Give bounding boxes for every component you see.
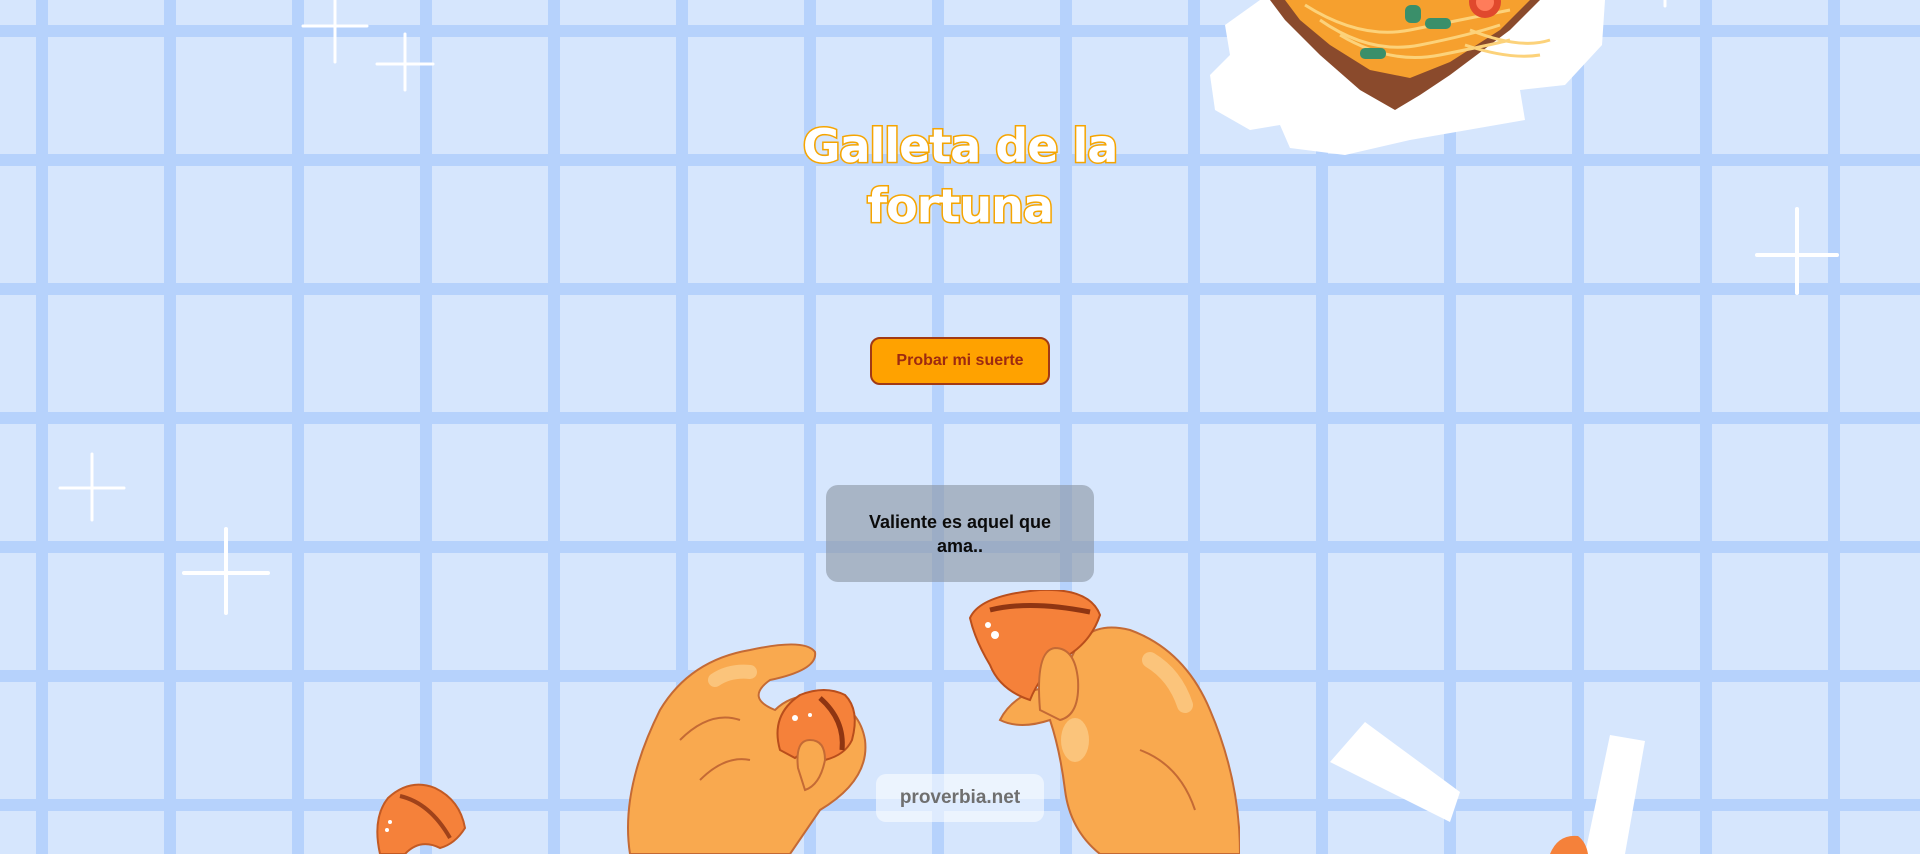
fortune-message-box: Valiente es aquel que ama.. — [826, 485, 1094, 582]
fortune-cookie-icon — [376, 783, 467, 854]
paper-scrap-illustration — [1585, 735, 1645, 854]
sparkle-icon — [1663, 0, 1667, 8]
fortune-cookie-icon — [1550, 835, 1588, 854]
fortune-message: Valiente es aquel que ama.. — [868, 511, 1052, 556]
sparkle-icon — [182, 527, 270, 615]
noodle-box-illustration — [1210, 0, 1605, 155]
sparkle-icon — [1755, 207, 1839, 295]
page-title: Galleta de la fortuna — [801, 118, 1120, 235]
sparkle-icon — [58, 452, 126, 522]
credit-link[interactable]: proverbia.net — [876, 774, 1044, 822]
paper-scrap-illustration — [1330, 722, 1460, 822]
sparkle-icon — [301, 0, 369, 64]
try-luck-button[interactable]: Probar mi suerte — [870, 337, 1050, 385]
sparkle-icon — [375, 32, 435, 92]
